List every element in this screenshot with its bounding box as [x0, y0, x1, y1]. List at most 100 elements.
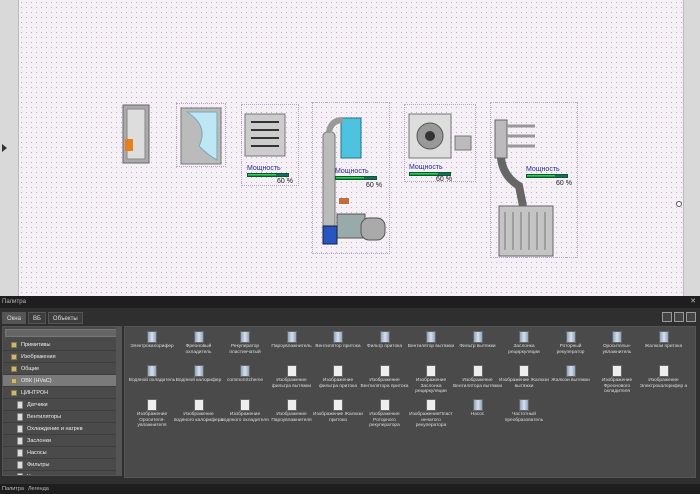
palette-item[interactable]: Изображение Оросителя-увлажнителя [129, 399, 175, 433]
palette-item-label: Изображение Жалюзи притока [313, 412, 363, 423]
palette-item-label: Электрокалорифер [130, 344, 174, 349]
component-icon [147, 365, 157, 377]
tree-item-label: Изображения [21, 354, 56, 360]
power-bar [526, 174, 568, 178]
component-icon [565, 365, 576, 377]
palette-item[interactable]: Изображение Роторного рекуператора [362, 399, 408, 433]
resize-handle[interactable] [676, 201, 682, 207]
electric-heater-icon[interactable] [121, 103, 153, 165]
component-icon [193, 365, 204, 377]
palette-item[interactable]: Вентилятор притока [315, 331, 361, 365]
palette-item-label: Изображение Пароувлажнителя [271, 412, 312, 423]
recuperator-icon[interactable] [243, 110, 287, 160]
freon-cooler-icon[interactable] [179, 106, 223, 166]
component-icon [658, 365, 669, 377]
tab-objects[interactable]: Объекты [47, 312, 83, 324]
palette-item-label: Частотный преобразователь [504, 412, 544, 423]
power-bar [247, 173, 289, 177]
document-icon [17, 401, 23, 409]
palette-item[interactable]: Заслонка рециркуляции [501, 331, 547, 365]
palette-item[interactable]: Фильтр вытяжки [455, 331, 501, 365]
component-icon [286, 399, 297, 411]
palette-item[interactable]: Изображение Жалюзи вытяжки [499, 365, 549, 399]
list-view-icon[interactable] [674, 312, 684, 322]
tab-windows[interactable]: Окна [2, 312, 26, 324]
tree-scrollbar[interactable] [116, 326, 121, 476]
component-icon [240, 331, 250, 343]
palette-item[interactable]: Роторный рекуператор [548, 331, 594, 365]
tree-item[interactable]: Изображения [3, 351, 121, 363]
power-label: Мощность [409, 164, 443, 171]
category-tree[interactable]: Примитивы Изображения Общие ОВК (HVaC) ЦИНТР… [2, 326, 122, 476]
palette-item[interactable]: Изображение Вентилятора притока [361, 365, 408, 399]
palette-item[interactable]: Электрокалорифер [129, 331, 175, 365]
component-icon [193, 331, 204, 343]
palette-item[interactable]: Изображение фильтра притока [315, 365, 361, 399]
palette-item[interactable]: Оросительн-увлажнитель [594, 331, 640, 365]
rotary-unit-icon[interactable] [493, 116, 577, 258]
palette-item[interactable]: Фреоновый охладитель [176, 331, 222, 365]
scheme-canvas[interactable]: Мощность 60 % Мощность 60 % Мощность 60 … [18, 0, 684, 296]
tree-item[interactable]: Насосы [3, 447, 121, 459]
grid-view-icon[interactable] [662, 312, 672, 322]
palette-item[interactable]: Изображение Вентилятора вытяжки [452, 365, 503, 399]
tree-item[interactable]: Заслонки [3, 435, 121, 447]
tree-item[interactable]: ОВК (HVaC) [3, 375, 121, 387]
component-icon [379, 365, 390, 377]
tree-item[interactable]: ЦИНТРОН [3, 387, 121, 399]
component-icon [612, 365, 622, 377]
component-icon [519, 365, 529, 377]
palette-item[interactable]: Изображение Пароувлажнителя [269, 399, 315, 433]
tree-item[interactable]: Вентиляторы [3, 411, 121, 423]
palette-item[interactable]: Жалюзи вытяжки [548, 365, 594, 399]
document-icon [17, 413, 23, 421]
palette-item-label: Роторный рекуператор [556, 344, 585, 355]
palette-item[interactable]: Вентилятор вытяжки [408, 331, 454, 365]
tree-item-label: Вентиляторы [27, 414, 62, 420]
palette-item[interactable]: Водяной охладитель [129, 365, 175, 399]
palette-item[interactable]: Изображение Жалюзи притока [313, 399, 363, 433]
component-icon [426, 399, 436, 411]
palette-item[interactable]: Изображение Электрокалорифер а [640, 365, 687, 399]
palette-item-label: Водяной охладитель [128, 378, 176, 383]
document-icon [17, 437, 23, 445]
collapse-left-icon[interactable] [2, 144, 7, 152]
palette-item[interactable]: Водяной калорифер [176, 365, 222, 399]
palette-item-label: ИзображениеПласт инчатого рекуператора [409, 412, 453, 428]
palette-item[interactable]: Частотный преобразователь [501, 399, 547, 433]
tree-item[interactable]: Фильтры [3, 459, 121, 471]
palette-item[interactable]: Изображение Фреонового охладителя [594, 365, 640, 399]
component-icon [658, 331, 669, 343]
tree-item[interactable]: Охлаждение и нагрев [3, 423, 121, 435]
palette-item[interactable]: Рекуператор пластинчатый [222, 331, 268, 365]
component-icon [426, 365, 436, 377]
palette-item[interactable]: Пароувлажнитель [269, 331, 315, 365]
tree-search-input[interactable] [5, 329, 119, 337]
palette-item-label: Заслонка рециркуляции [508, 344, 540, 355]
palette-item[interactable]: ИзображениеПласт инчатого рекуператора [408, 399, 454, 433]
palette-item[interactable]: Жалюзи притока [641, 331, 687, 365]
component-icon [240, 399, 250, 411]
tree-item[interactable]: Увлажнители [3, 471, 121, 475]
tab-legend[interactable]: Легенда [28, 484, 49, 494]
component-icon [472, 365, 483, 377]
palette-item-label: Изображение Вентилятора вытяжки [452, 378, 503, 389]
palette-item-label: Жалюзи притока [644, 344, 683, 349]
folder-icon [11, 378, 17, 384]
close-icon[interactable]: ✕ [690, 296, 696, 308]
tree-item[interactable]: Примитивы [3, 339, 121, 351]
palette-tabs: Окна ВБ Объекты [2, 312, 83, 324]
tab-vb[interactable]: ВБ [27, 312, 46, 324]
tree-item[interactable]: Датчики [3, 399, 121, 411]
palette-item[interactable]: Изображение фильтра вытяжки [269, 365, 315, 399]
palette-item[interactable]: commonScheme [222, 365, 268, 399]
palette-item[interactable]: Изображение водяного охладителя [221, 399, 269, 433]
columns-view-icon[interactable] [686, 312, 696, 322]
palette-item[interactable]: Фильтр притока [362, 331, 408, 365]
supply-fan-icon[interactable] [407, 110, 473, 162]
tree-item[interactable]: Общие [3, 363, 121, 375]
tab-palette[interactable]: Палитра [2, 484, 24, 494]
palette-item[interactable]: Насос [455, 399, 501, 433]
palette-item[interactable]: Изображение Заслонка рециркуляции [408, 365, 454, 399]
palette-item[interactable]: Изображение водяного калорифера [174, 399, 223, 433]
